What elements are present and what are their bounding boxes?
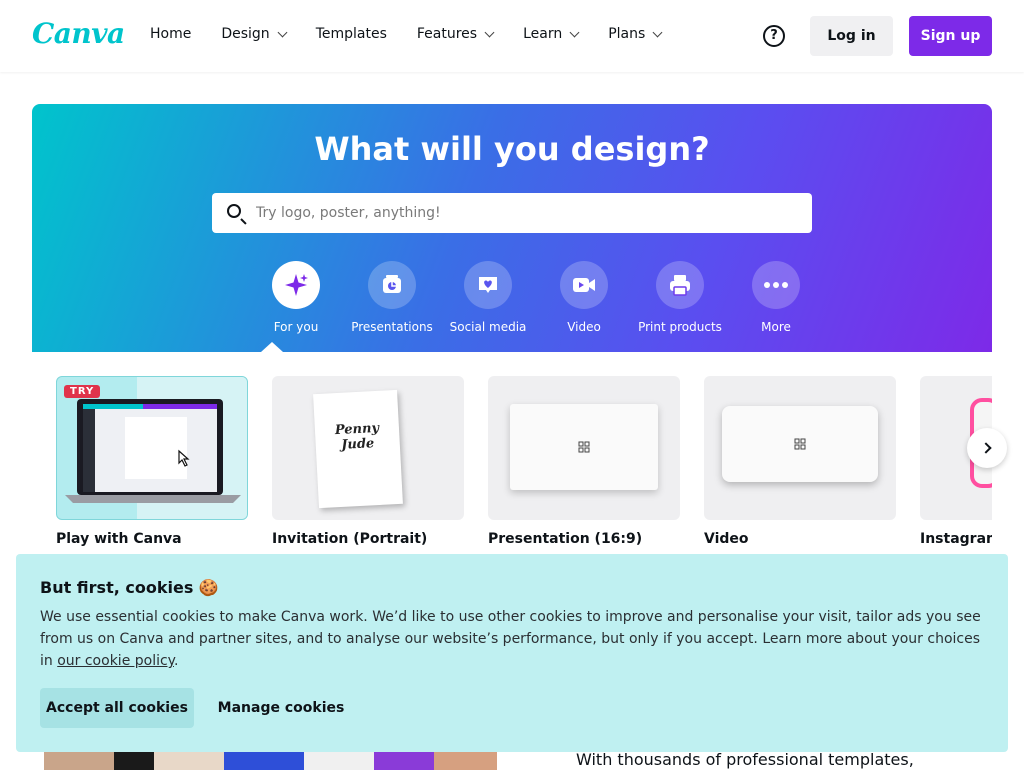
- nav-item-learn[interactable]: Learn: [523, 26, 580, 42]
- invitation-card: Penny Jude: [313, 389, 403, 509]
- manage-cookies-button[interactable]: Manage cookies: [210, 688, 352, 728]
- accept-cookies-button[interactable]: Accept all cookies: [40, 688, 194, 728]
- main-nav: Home Design Templates Features Learn Pla…: [150, 26, 691, 42]
- sparkle-icon: [272, 261, 320, 309]
- cookie-text-end: .: [173, 653, 179, 669]
- laptop-illustration: TRY: [56, 376, 248, 520]
- login-button[interactable]: Log in: [810, 16, 893, 56]
- nav-item-home[interactable]: Home: [150, 26, 191, 42]
- question-circle-icon[interactable]: ?: [763, 25, 785, 47]
- printer-icon: [656, 261, 704, 309]
- nav-item-label: Plans: [608, 26, 646, 42]
- search-icon: [227, 204, 241, 218]
- site-header: Canva Home Design Templates Features Lea…: [0, 0, 1024, 72]
- template-carousel: TRY Play with Canva Penny Jude Invitatio…: [56, 376, 992, 556]
- carousel-next-button[interactable]: [967, 428, 1007, 468]
- chevron-down-icon: [277, 27, 288, 37]
- card-video[interactable]: Video: [704, 376, 896, 547]
- nav-item-design[interactable]: Design: [221, 26, 288, 42]
- slide-mockup: [510, 404, 658, 490]
- nav-item-label: Design: [221, 26, 270, 42]
- category-presentations[interactable]: Presentations: [344, 261, 440, 334]
- signup-button[interactable]: Sign up: [909, 16, 992, 56]
- cookie-policy-link[interactable]: our cookie policy: [57, 653, 174, 669]
- card-label: Presentation (16:9): [488, 531, 643, 547]
- category-label: More: [761, 320, 791, 334]
- grid-icon: [578, 441, 590, 453]
- cookie-title: But first, cookies 🍪: [40, 578, 219, 597]
- presentation-icon: [368, 261, 416, 309]
- search-box: [212, 193, 812, 233]
- hero-title: What will you design?: [314, 130, 710, 168]
- category-label: For you: [273, 320, 319, 334]
- grid-icon: [794, 438, 806, 450]
- category-label: Social media: [449, 320, 527, 334]
- nav-item-plans[interactable]: Plans: [608, 26, 663, 42]
- category-label: Presentations: [351, 320, 433, 334]
- card-invitation-portrait[interactable]: Penny Jude Invitation (Portrait): [272, 376, 464, 547]
- card-label: Play with Canva: [56, 531, 182, 547]
- video-camera-icon: [560, 261, 608, 309]
- category-social-media[interactable]: Social media: [440, 261, 536, 334]
- cookie-body: We use essential cookies to make Canva w…: [40, 606, 984, 672]
- video-mockup: [722, 406, 878, 482]
- category-for-you[interactable]: For you: [248, 261, 344, 334]
- section-text: With thousands of professional templates…: [576, 750, 914, 769]
- category-more[interactable]: More: [728, 261, 824, 334]
- nav-item-features[interactable]: Features: [416, 26, 495, 42]
- nav-item-label: Features: [416, 26, 478, 42]
- nav-item-label: Templates: [315, 26, 387, 42]
- search-input[interactable]: [256, 193, 796, 233]
- category-video[interactable]: Video: [536, 261, 632, 334]
- nav-item-label: Home: [150, 26, 192, 42]
- nav-item-label: Learn: [523, 26, 563, 42]
- cookie-text: We use essential cookies to make Canva w…: [40, 609, 981, 669]
- video-thumbnail: [704, 376, 896, 520]
- hero-banner: What will you design? For you Presentati…: [32, 104, 992, 352]
- chevron-down-icon: [569, 27, 580, 37]
- canva-logo[interactable]: Canva: [32, 17, 125, 50]
- more-icon: [752, 261, 800, 309]
- card-play-with-canva[interactable]: TRY Play with Canva: [56, 376, 248, 547]
- presentation-thumbnail: [488, 376, 680, 520]
- heart-icon: [464, 261, 512, 309]
- card-label: Video: [704, 531, 749, 547]
- chevron-right-icon: [979, 442, 992, 454]
- invite-name: Jude: [340, 436, 375, 453]
- invitation-thumbnail: Penny Jude: [272, 376, 464, 520]
- card-label: Invitation (Portrait): [272, 531, 428, 547]
- category-label: Video: [567, 320, 601, 334]
- chevron-down-icon: [652, 27, 663, 37]
- chevron-down-icon: [484, 27, 495, 37]
- card-presentation[interactable]: Presentation (16:9): [488, 376, 680, 547]
- category-label: Print products: [638, 320, 722, 334]
- category-print-products[interactable]: Print products: [632, 261, 728, 334]
- try-badge: TRY: [64, 385, 101, 398]
- nav-item-templates[interactable]: Templates: [316, 26, 387, 42]
- cookie-banner: But first, cookies 🍪 We use essential co…: [16, 554, 1008, 752]
- active-tab-pointer: [261, 342, 283, 352]
- card-label: Instagram: [920, 531, 992, 547]
- category-tabs: For you Presentations Social media Video…: [248, 261, 824, 334]
